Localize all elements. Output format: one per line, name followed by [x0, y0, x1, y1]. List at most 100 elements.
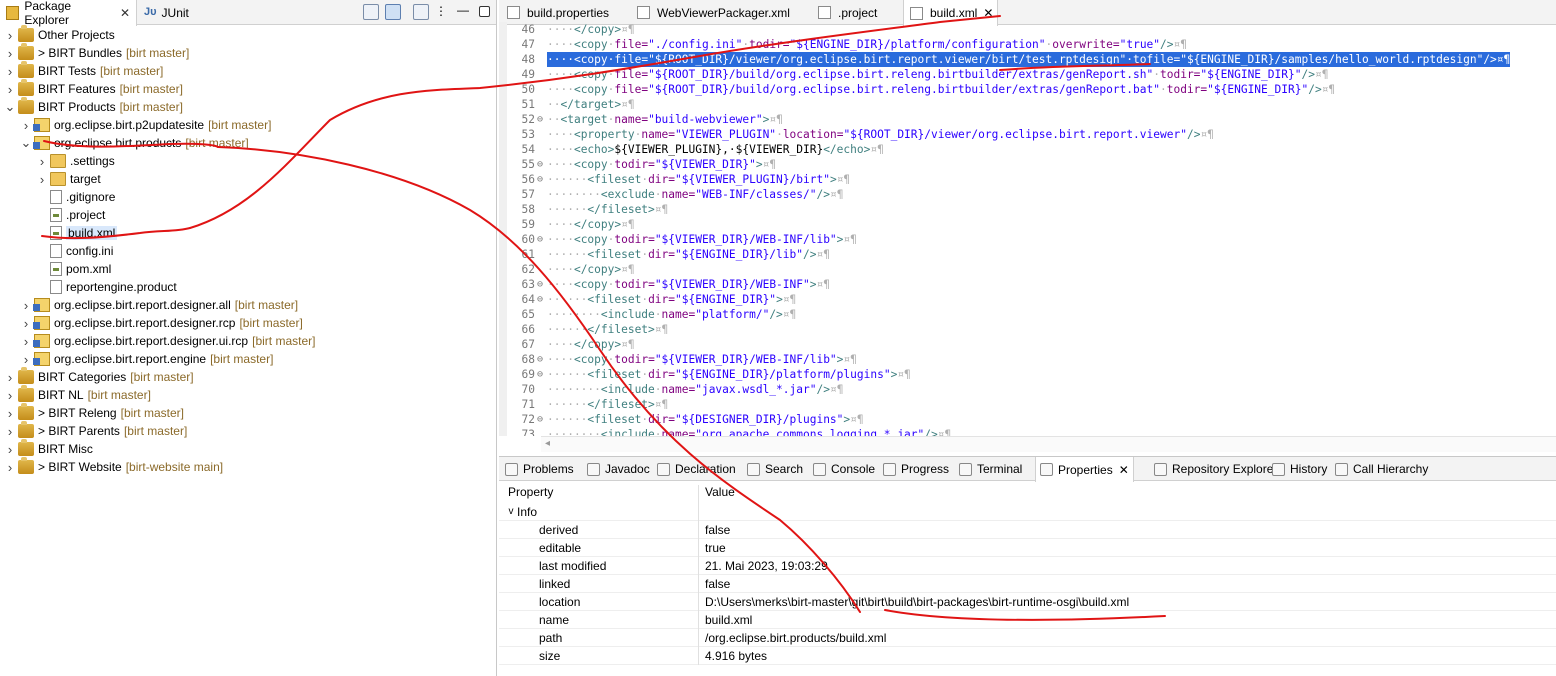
chevron-right-icon[interactable]: › [20, 316, 32, 331]
tab-search[interactable]: Search [747, 457, 803, 481]
code-line[interactable]: 56 ⊖ ······<fileset·dir="${VIEWER_PLUGIN}/… [499, 172, 1556, 187]
fold-toggle-icon[interactable]: ⊖ [537, 112, 543, 127]
focus-icon[interactable] [413, 4, 429, 20]
close-icon[interactable]: ✕ [120, 6, 130, 20]
tree-item[interactable]: › > BIRT Parents [birt master] [0, 421, 496, 440]
tree-item[interactable]: › > BIRT Website [birt-website main] [0, 457, 496, 476]
tree-item[interactable]: ⌄ org.eclipse.birt.products [birt master] [0, 134, 496, 152]
code-line[interactable]: 57 ········<exclude·name="WEB-INF/classes… [499, 187, 1556, 202]
fold-toggle-icon[interactable]: ⊖ [537, 292, 543, 307]
chevron-right-icon[interactable]: › [4, 370, 16, 385]
code-line[interactable]: 64 ⊖ ······<fileset·dir="${ENGINE_DIR}">¤¶ [499, 292, 1556, 307]
tree-item[interactable]: › BIRT Misc [0, 439, 496, 458]
property-row[interactable]: derived false [499, 520, 1556, 539]
chevron-right-icon[interactable]: › [20, 118, 32, 133]
chevron-right-icon[interactable]: › [20, 352, 32, 367]
tab-junit[interactable]: Jᴜ JUnit [138, 0, 195, 25]
property-row[interactable]: last modified 21. Mai 2023, 19:03:29 [499, 556, 1556, 575]
fold-toggle-icon[interactable]: ⊖ [537, 172, 543, 187]
category-row-info[interactable]: v Info [499, 502, 1556, 521]
chevron-down-icon[interactable]: ⌄ [20, 135, 32, 151]
tab-repository-explorer[interactable]: Repository Explorer [1154, 457, 1277, 481]
tree-item[interactable]: ⌄ BIRT Products [birt master] [0, 97, 496, 116]
tree-item[interactable]: › > BIRT Releng [birt master] [0, 403, 496, 422]
fold-toggle-icon[interactable]: ⊖ [537, 352, 543, 367]
tab-problems[interactable]: Problems [505, 457, 574, 481]
code-line[interactable]: 68 ⊖ ····<copy·todir="${VIEWER_DIR}/WEB-IN… [499, 352, 1556, 367]
tree-item[interactable]: › org.eclipse.birt.report.engine [birt mas… [0, 350, 496, 368]
close-icon[interactable]: ✕ [1119, 463, 1129, 477]
tree-item[interactable]: › Other Projects [0, 25, 496, 44]
chevron-right-icon[interactable]: › [36, 154, 48, 169]
tree-item[interactable]: › BIRT Categories [birt master] [0, 367, 496, 386]
tree-item[interactable]: › .settings [0, 152, 496, 170]
tree-item[interactable]: reportengine.product [0, 278, 496, 296]
link-with-editor-icon[interactable] [385, 4, 401, 20]
code-line[interactable]: 55 ⊖ ····<copy·todir="${VIEWER_DIR}">¤¶ [499, 157, 1556, 172]
chevron-right-icon[interactable]: › [4, 442, 16, 457]
tree-item[interactable]: .gitignore [0, 188, 496, 206]
code-line[interactable]: 53 ····<property·name="VIEWER_PLUGIN"·loc… [499, 127, 1556, 142]
code-line[interactable]: 47 ····<copy·file="./config.ini"·todir="$… [499, 37, 1556, 52]
tab-history[interactable]: History [1272, 457, 1327, 481]
code-line[interactable]: 69 ⊖ ······<fileset·dir="${ENGINE_DIR}/pla… [499, 367, 1556, 382]
code-area[interactable]: 46 ····</copy>¤¶ 47 ····<copy·file="./confi… [499, 22, 1556, 436]
tree-item[interactable]: › org.eclipse.birt.p2updatesite [birt mast… [0, 116, 496, 134]
tab-terminal[interactable]: Terminal [959, 457, 1022, 481]
fold-toggle-icon[interactable]: ⊖ [537, 367, 543, 382]
tree-item[interactable]: build.xml [0, 224, 496, 242]
scroll-left-icon[interactable]: ◂ [545, 438, 550, 449]
tab-declaration[interactable]: Declaration [657, 457, 736, 481]
tree-item[interactable]: › target [0, 170, 496, 188]
code-line[interactable]: 65 ········<include·name="platform/"/>¤¶ [499, 307, 1556, 322]
chevron-right-icon[interactable]: › [20, 298, 32, 313]
chevron-right-icon[interactable]: › [4, 28, 16, 43]
code-line[interactable]: 54 ····<echo>${VIEWER_PLUGIN},·${VIEWER_D… [499, 142, 1556, 157]
tab-javadoc[interactable]: Javadoc [587, 457, 650, 481]
code-line[interactable]: 66 ······</fileset>¤¶ [499, 322, 1556, 337]
chevron-right-icon[interactable]: › [4, 82, 16, 97]
code-line[interactable]: 72 ⊖ ······<fileset·dir="${DESIGNER_DIR}/p… [499, 412, 1556, 427]
tab-properties[interactable]: Properties ✕ [1035, 457, 1134, 482]
code-line[interactable]: 73 ········<include·name="org.apache.comm… [499, 427, 1556, 436]
fold-toggle-icon[interactable]: ⊖ [537, 232, 543, 247]
code-line[interactable]: 52 ⊖ ··<target·name="build-webviewer">¤¶ [499, 112, 1556, 127]
maximize-icon[interactable] [479, 6, 490, 17]
property-row[interactable]: location D:\Users\merks\birt-master\git\b… [499, 592, 1556, 611]
tab-progress[interactable]: Progress [883, 457, 949, 481]
chevron-right-icon[interactable]: › [4, 460, 16, 475]
tree-item[interactable]: › BIRT Tests [birt master] [0, 61, 496, 80]
property-row[interactable]: editable true [499, 538, 1556, 557]
tree-item[interactable]: .project [0, 206, 496, 224]
tree-item[interactable]: › > BIRT Bundles [birt master] [0, 43, 496, 62]
code-line[interactable]: 49 ····<copy · file="${ROOT_DIR}/build/org.… [499, 67, 1556, 82]
chevron-right-icon[interactable]: › [4, 64, 16, 79]
code-line[interactable]: 70 ········<include·name="javax.wsdl_*.ja… [499, 382, 1556, 397]
code-line[interactable]: 46 ····</copy>¤¶ [499, 22, 1556, 37]
chevron-right-icon[interactable]: › [4, 424, 16, 439]
code-line[interactable]: 59 ····</copy>¤¶ [499, 217, 1556, 232]
property-row[interactable]: name build.xml [499, 610, 1556, 629]
header-value[interactable]: Value [699, 485, 735, 503]
chevron-right-icon[interactable]: › [4, 406, 16, 421]
chevron-right-icon[interactable]: › [20, 334, 32, 349]
tree-item[interactable]: › org.eclipse.birt.report.designer.ui.rcp… [0, 332, 496, 350]
fold-toggle-icon[interactable]: ⊖ [537, 412, 543, 427]
code-line[interactable]: 51 ··</target>¤¶ [499, 97, 1556, 112]
tree-item[interactable]: pom.xml [0, 260, 496, 278]
minimize-icon[interactable]: — [457, 4, 473, 20]
header-property[interactable]: Property [499, 485, 699, 503]
code-line[interactable]: 48 ····<copy·file="${ROOT_DIR}/viewer/org… [499, 52, 1556, 67]
tree-item[interactable]: › org.eclipse.birt.report.designer.all [bi… [0, 296, 496, 314]
tree-item[interactable]: › BIRT Features [birt master] [0, 79, 496, 98]
tree-item[interactable]: › org.eclipse.birt.report.designer.rcp [bi… [0, 314, 496, 332]
fold-toggle-icon[interactable]: ⊖ [537, 157, 543, 172]
property-row[interactable]: size 4.916 bytes [499, 646, 1556, 665]
chevron-right-icon[interactable]: › [4, 46, 16, 61]
code-line[interactable]: 67 ····</copy>¤¶ [499, 337, 1556, 352]
tab-package-explorer[interactable]: Package Explorer ✕ [0, 0, 137, 27]
collapse-all-icon[interactable] [363, 4, 379, 20]
tab-call-hierarchy[interactable]: Call Hierarchy [1335, 457, 1428, 481]
view-menu-icon[interactable]: ⋮ [435, 4, 451, 20]
close-icon[interactable]: ✕ [983, 6, 993, 20]
